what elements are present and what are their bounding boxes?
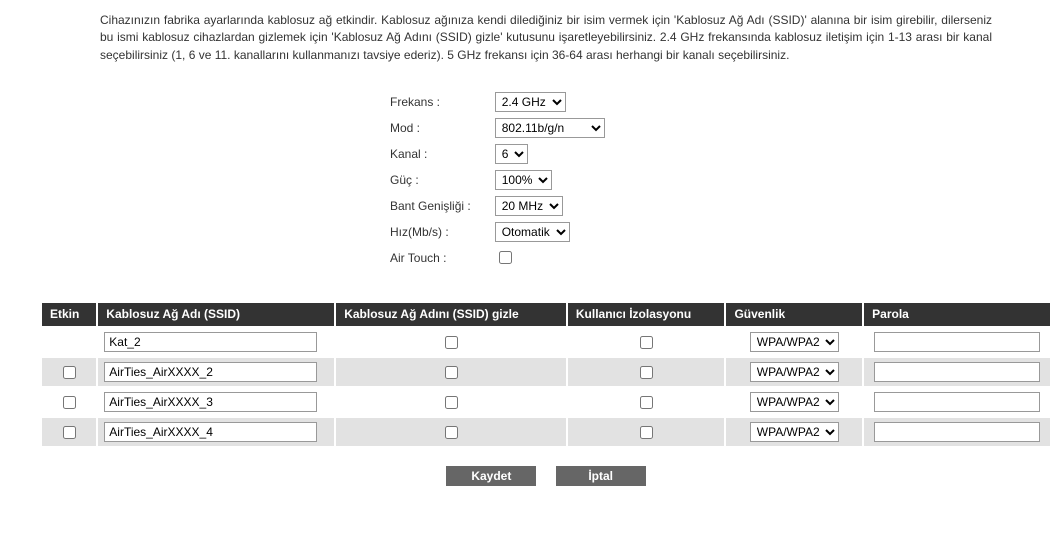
power-select[interactable]: 100% bbox=[495, 170, 552, 190]
wireless-description: Cihazınızın fabrika ayarlarında kablosuz… bbox=[40, 0, 1050, 86]
channel-select[interactable]: 6 bbox=[495, 144, 528, 164]
security-select[interactable]: WPA/WPA2 bbox=[750, 392, 839, 412]
table-row: WPA/WPA2 bbox=[42, 358, 1050, 386]
security-select[interactable]: WPA/WPA2 bbox=[750, 362, 839, 382]
ssid-input[interactable] bbox=[104, 362, 317, 382]
col-ssid: Kablosuz Ağ Adı (SSID) bbox=[98, 303, 334, 326]
networks-table: Etkin Kablosuz Ağ Adı (SSID) Kablosuz Ağ… bbox=[40, 301, 1050, 448]
isolation-checkbox[interactable] bbox=[640, 396, 653, 409]
enabled-checkbox[interactable] bbox=[63, 396, 76, 409]
frequency-label: Frekans : bbox=[390, 92, 495, 112]
cancel-button[interactable]: İptal bbox=[556, 466, 646, 486]
col-isolation: Kullanıcı İzolasyonu bbox=[568, 303, 725, 326]
enabled-checkbox[interactable] bbox=[63, 426, 76, 439]
col-hide: Kablosuz Ağ Adını (SSID) gizle bbox=[336, 303, 566, 326]
bandwidth-label: Bant Genişliği : bbox=[390, 196, 495, 216]
isolation-checkbox[interactable] bbox=[640, 336, 653, 349]
col-enabled: Etkin bbox=[42, 303, 96, 326]
security-select[interactable]: WPA/WPA2 bbox=[750, 332, 839, 352]
security-select[interactable]: WPA/WPA2 bbox=[750, 422, 839, 442]
password-input[interactable] bbox=[874, 392, 1039, 412]
hide-ssid-checkbox[interactable] bbox=[445, 396, 458, 409]
bandwidth-select[interactable]: 20 MHz bbox=[495, 196, 563, 216]
col-security: Güvenlik bbox=[726, 303, 862, 326]
wireless-settings: Frekans : 2.4 GHz Mod : 802.11b/g/n Kana… bbox=[390, 86, 605, 273]
frequency-select[interactable]: 2.4 GHz bbox=[495, 92, 566, 112]
ssid-input[interactable] bbox=[104, 332, 317, 352]
hide-ssid-checkbox[interactable] bbox=[445, 366, 458, 379]
channel-label: Kanal : bbox=[390, 144, 495, 164]
save-button[interactable]: Kaydet bbox=[446, 466, 536, 486]
speed-label: Hız(Mb/s) : bbox=[390, 222, 495, 242]
enabled-checkbox[interactable] bbox=[63, 366, 76, 379]
password-input[interactable] bbox=[874, 422, 1039, 442]
col-password: Parola bbox=[864, 303, 1050, 326]
ssid-input[interactable] bbox=[104, 392, 317, 412]
ssid-input[interactable] bbox=[104, 422, 317, 442]
speed-select[interactable]: Otomatik bbox=[495, 222, 570, 242]
hide-ssid-checkbox[interactable] bbox=[445, 336, 458, 349]
mode-select[interactable]: 802.11b/g/n bbox=[495, 118, 605, 138]
password-input[interactable] bbox=[874, 332, 1039, 352]
isolation-checkbox[interactable] bbox=[640, 426, 653, 439]
mode-label: Mod : bbox=[390, 118, 495, 138]
table-row: WPA/WPA2 bbox=[42, 328, 1050, 356]
table-row: WPA/WPA2 bbox=[42, 388, 1050, 416]
password-input[interactable] bbox=[874, 362, 1039, 382]
power-label: Güç : bbox=[390, 170, 495, 190]
isolation-checkbox[interactable] bbox=[640, 366, 653, 379]
airtouch-checkbox[interactable] bbox=[499, 251, 512, 264]
airtouch-label: Air Touch : bbox=[390, 248, 495, 267]
table-row: WPA/WPA2 bbox=[42, 418, 1050, 446]
hide-ssid-checkbox[interactable] bbox=[445, 426, 458, 439]
